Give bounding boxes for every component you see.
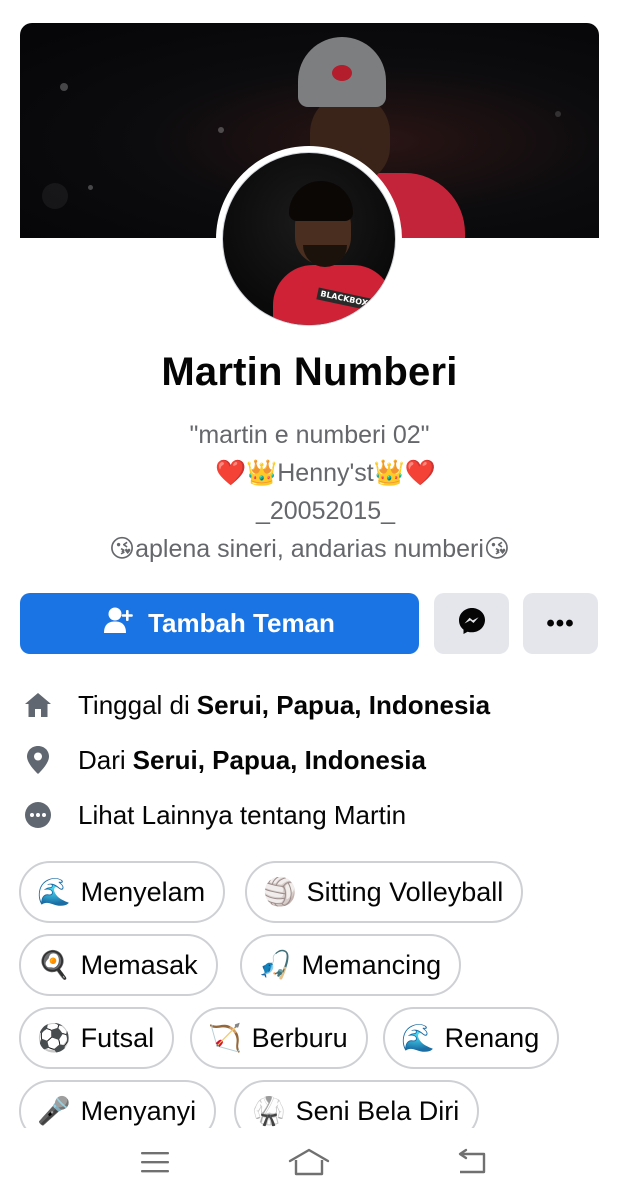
back-button[interactable] — [452, 1148, 492, 1180]
hobby-label: Futsal — [80, 1022, 155, 1053]
recent-apps-button[interactable] — [135, 1148, 175, 1180]
soccer-ball-icon: ⚽ — [37, 1022, 71, 1053]
wave-icon: 🌊 — [37, 876, 71, 907]
cover-beanie-logo — [332, 65, 352, 81]
hobby-chip-memancing[interactable]: 🎣 Memancing — [240, 934, 462, 996]
info-see-more[interactable]: Lihat Lainnya tentang Martin — [20, 795, 600, 835]
more-dots-icon — [20, 797, 56, 833]
cover-bokeh — [88, 185, 93, 190]
hobby-label: Memancing — [301, 949, 442, 980]
hobby-label: Menyelam — [80, 876, 206, 907]
avatar-hair — [289, 181, 353, 221]
cover-bokeh — [218, 127, 224, 133]
microphone-icon: 🎤 — [37, 1095, 71, 1126]
martial-arts-icon: 🥋 — [252, 1095, 286, 1126]
hobby-chip-menyelam[interactable]: 🌊 Menyelam — [19, 861, 226, 923]
info-from-value[interactable]: Serui, Papua, Indonesia — [133, 745, 426, 776]
more-dots-icon: ••• — [546, 609, 575, 637]
home-outline-icon — [287, 1147, 331, 1182]
info-see-more-label: Lihat Lainnya tentang Martin — [78, 799, 407, 830]
hobby-chip-renang[interactable]: 🌊 Renang — [383, 1007, 560, 1069]
hobby-chip-futsal[interactable]: ⚽ Futsal — [19, 1007, 175, 1069]
hobby-label: Memasak — [80, 949, 198, 980]
cover-bokeh — [42, 183, 68, 209]
hobby-chip-memasak[interactable]: 🍳 Memasak — [19, 934, 218, 996]
info-lives-in: Tinggal di Serui, Papua, Indonesia — [20, 685, 600, 725]
bio-line: 😘aplena sineri, andarias numberi😘 — [109, 535, 510, 563]
fishing-icon: 🎣 — [258, 949, 292, 980]
hobby-chip-sitting-volleyball[interactable]: 🏐 Sitting Volleyball — [245, 861, 524, 923]
cooking-icon: 🍳 — [37, 949, 71, 980]
cover-bokeh — [60, 83, 68, 91]
info-lives-prefix: Tinggal di — [78, 689, 190, 720]
info-lives-value[interactable]: Serui, Papua, Indonesia — [197, 690, 490, 721]
bio-line: _20052015_ — [255, 497, 396, 525]
bio-line: ❤️👑Henny'st👑❤️ — [215, 459, 436, 487]
hobby-label: Sitting Volleyball — [306, 876, 504, 907]
avatar-beard — [303, 245, 347, 267]
messenger-icon — [457, 606, 487, 641]
add-friend-button[interactable]: Tambah Teman — [20, 593, 419, 654]
hobby-label: Seni Bela Diri — [295, 1095, 460, 1126]
info-from-prefix: Dari — [78, 744, 126, 775]
cover-bokeh — [555, 111, 561, 117]
volleyball-icon: 🏐 — [263, 876, 297, 907]
location-pin-icon — [20, 742, 56, 778]
home-button[interactable] — [287, 1147, 331, 1182]
info-from: Dari Serui, Papua, Indonesia — [20, 740, 600, 780]
profile-bio: "martin e numberi 02" ❤️👑Henny'st👑❤️ _20… — [0, 416, 619, 568]
wave-icon: 🌊 — [401, 1022, 435, 1053]
hobby-chip-berburu[interactable]: 🏹 Berburu — [190, 1007, 368, 1069]
system-navigation-bar — [0, 1128, 619, 1200]
profile-name: Martin Numberi — [161, 350, 458, 394]
messenger-button[interactable] — [434, 593, 509, 654]
hobby-label: Menyanyi — [80, 1095, 197, 1126]
avatar: BLACKBOX — [222, 152, 396, 326]
bow-arrow-icon: 🏹 — [208, 1022, 242, 1053]
profile-picture[interactable]: BLACKBOX — [216, 146, 402, 332]
add-friend-icon — [104, 606, 134, 641]
hobby-label: Berburu — [251, 1022, 348, 1053]
more-options-button[interactable]: ••• — [523, 593, 598, 654]
back-icon — [454, 1148, 490, 1181]
add-friend-label: Tambah Teman — [148, 608, 335, 638]
bio-line: "martin e numberi 02" — [189, 421, 430, 449]
home-icon — [20, 687, 56, 723]
hobby-label: Renang — [444, 1022, 540, 1053]
menu-lines-icon — [139, 1149, 171, 1180]
